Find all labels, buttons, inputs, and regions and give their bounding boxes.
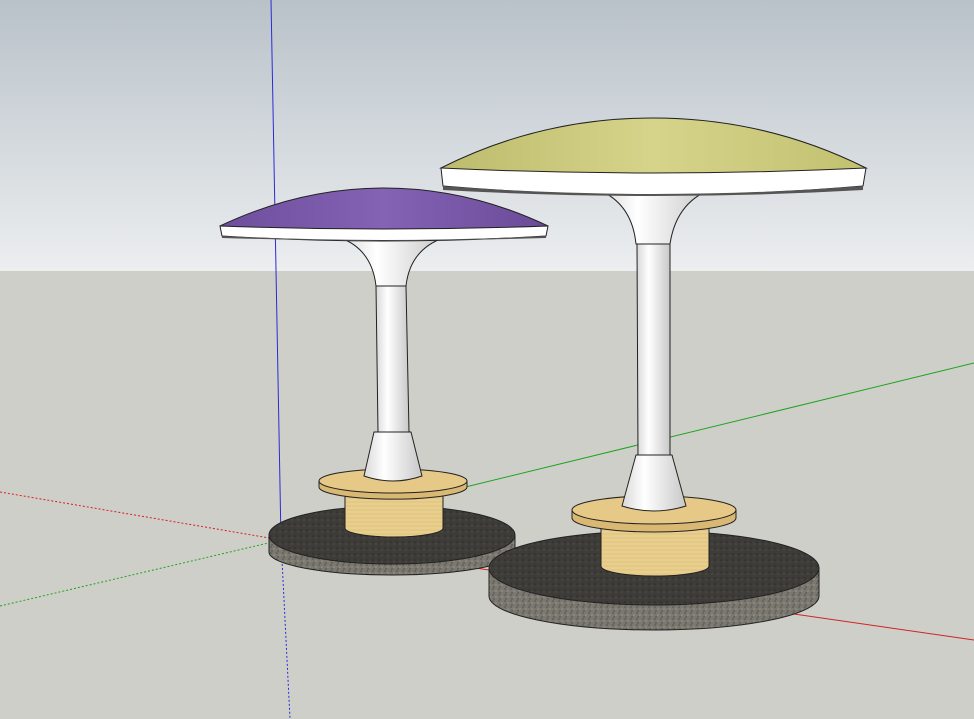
sketchup-3d-viewport[interactable] bbox=[0, 0, 974, 719]
ground-plane bbox=[0, 271, 974, 719]
scene-canvas[interactable] bbox=[0, 0, 974, 719]
